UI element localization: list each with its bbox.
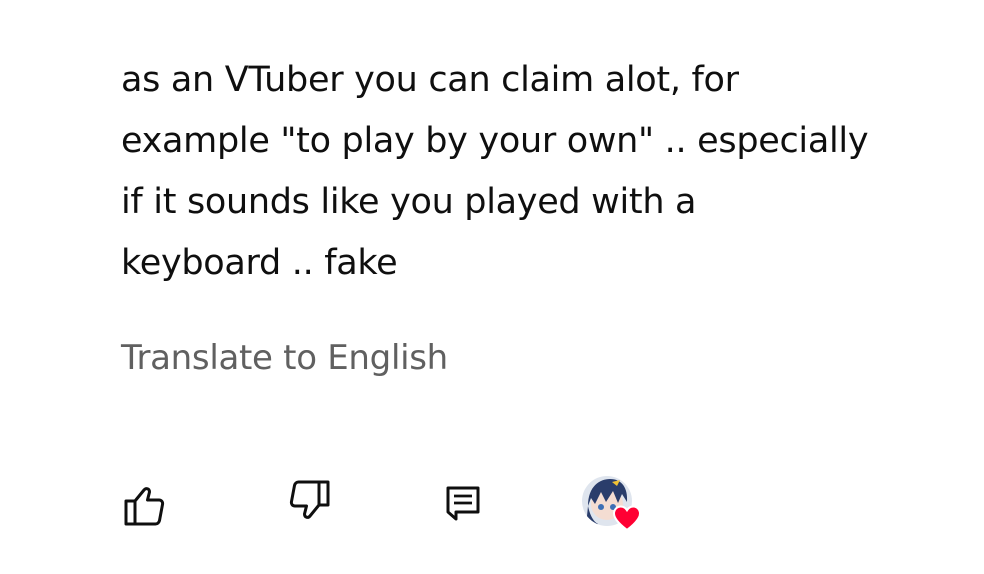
creator-heart xyxy=(578,474,646,536)
thumbs-up-icon xyxy=(124,487,165,526)
comment-line: as an VTuber you can claim alot, for xyxy=(121,60,739,100)
comment-line: keyboard .. fake xyxy=(121,243,398,283)
comment-text: as an VTuber you can claim alot, for exa… xyxy=(121,50,921,294)
like-button[interactable] xyxy=(114,474,172,532)
comment-icon xyxy=(446,486,480,521)
translate-link[interactable]: Translate to English xyxy=(121,334,448,382)
thumbs-down-icon xyxy=(289,480,330,519)
heart-icon xyxy=(612,505,642,532)
comment-action-bar xyxy=(0,470,984,536)
dislike-button[interactable] xyxy=(282,474,340,532)
comment-line: example "to play by your own" .. especia… xyxy=(121,121,869,161)
reply-button[interactable] xyxy=(434,474,492,532)
comment-line: if it sounds like you played with a xyxy=(121,182,697,222)
comment-body: as an VTuber you can claim alot, for exa… xyxy=(121,50,921,294)
